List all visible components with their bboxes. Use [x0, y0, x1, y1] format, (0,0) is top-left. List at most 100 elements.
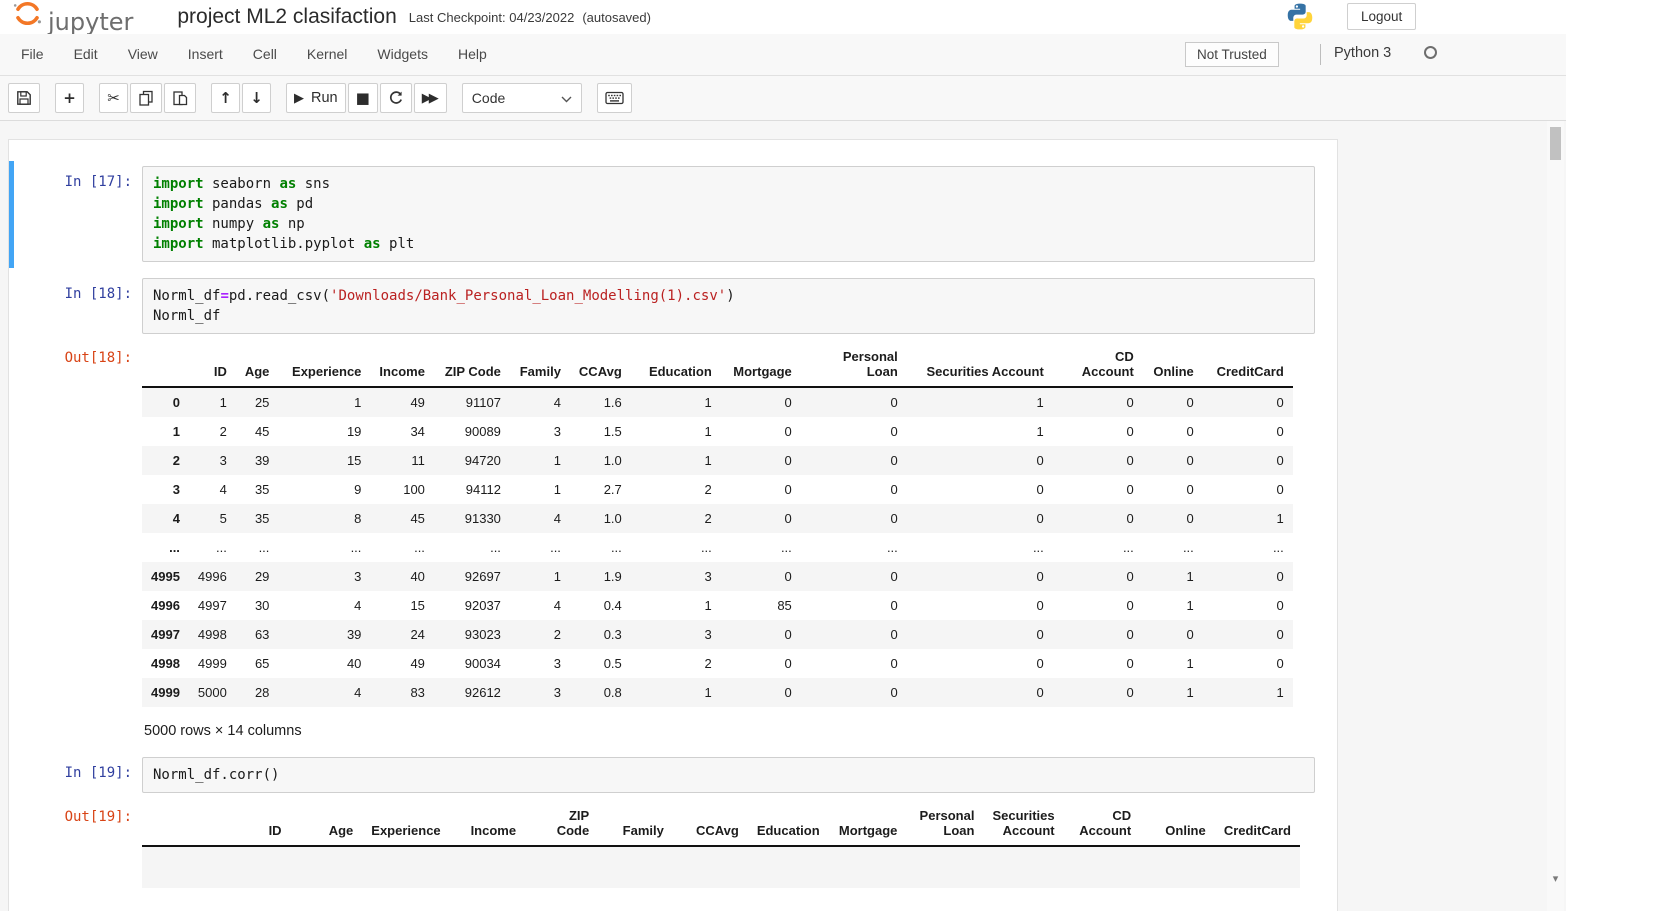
code-cell-19[interactable]: In [19]: Norml_df.corr() Out[19]: IDAgeE… — [9, 752, 1337, 894]
table-row: 343591009411212.72000000 — [142, 475, 1293, 504]
restart-kernel-button[interactable] — [380, 83, 412, 113]
cell-value: 0 — [907, 649, 1053, 678]
logout-button[interactable]: Logout — [1347, 3, 1416, 30]
column-header: Mortgage — [829, 801, 907, 846]
partial-row — [142, 846, 1300, 888]
cell-value: 0 — [1203, 591, 1293, 620]
code-line: import seaborn as sns — [153, 174, 1304, 194]
cut-cell-button[interactable]: ✂ — [99, 83, 128, 113]
menu-cell[interactable]: Cell — [238, 34, 292, 75]
cell-value: 0.4 — [570, 591, 631, 620]
trust-status-button[interactable]: Not Trusted — [1185, 42, 1279, 67]
column-header: ID — [189, 342, 236, 387]
output-prompt-19: Out[19]: — [14, 793, 142, 888]
toolbar: + ✂ ↑ ↓ — [0, 76, 1566, 121]
row-index: 2 — [142, 446, 189, 475]
cell-value: 1 — [1143, 591, 1203, 620]
row-index: 4997 — [142, 620, 189, 649]
code-cell-18[interactable]: In [18]: Norml_df=pd.read_csv('Downloads… — [9, 273, 1337, 747]
cell-value: 0 — [1053, 387, 1143, 417]
column-header: Income — [450, 801, 525, 846]
cell-value: 1.0 — [570, 446, 631, 475]
table-row: 01251499110741.61001000 — [142, 387, 1293, 417]
column-header: Securities Account — [983, 801, 1063, 846]
cell-value: 0 — [1143, 504, 1203, 533]
menu-help[interactable]: Help — [443, 34, 502, 75]
cell-value: 0 — [1203, 620, 1293, 649]
paste-cell-button[interactable] — [164, 83, 196, 113]
cell-value: 100 — [370, 475, 434, 504]
cell-value: 3 — [510, 678, 570, 707]
code-cell-17[interactable]: In [17]: import seaborn as snsimport pan… — [9, 161, 1337, 268]
scrollbar-down-arrow[interactable]: ▾ — [1547, 872, 1564, 885]
column-header: Online — [1140, 801, 1215, 846]
cell-value: 0 — [801, 620, 907, 649]
cell-value: 0 — [801, 649, 907, 678]
run-button[interactable]: ▶ Run — [286, 83, 346, 113]
cell-value: 0 — [721, 475, 801, 504]
cell-value: 35 — [236, 504, 279, 533]
cell-value: 0 — [907, 591, 1053, 620]
cell-value: 92612 — [434, 678, 510, 707]
jupyter-planet-icon — [10, 0, 44, 35]
restart-run-all-button[interactable]: ▶▶ — [414, 83, 447, 113]
cell-value: 39 — [236, 446, 279, 475]
move-cell-down-button[interactable]: ↓ — [242, 83, 271, 113]
cell-value: 0 — [1203, 649, 1293, 678]
move-cell-up-button[interactable]: ↑ — [211, 83, 240, 113]
menu-items: FileEditViewInsertCellKernelWidgetsHelp — [6, 34, 502, 75]
cell-value: 0 — [1053, 417, 1143, 446]
cell-value: 0 — [1143, 446, 1203, 475]
menu-edit[interactable]: Edit — [59, 34, 113, 75]
header-row: IDAgeExperienceIncomeZIP CodeFamilyCCAvg… — [142, 801, 1300, 846]
cell-value: 1.0 — [570, 504, 631, 533]
command-palette-button[interactable] — [597, 83, 632, 113]
paste-icon — [172, 90, 188, 106]
menu-widgets[interactable]: Widgets — [362, 34, 443, 75]
cell-value: 0 — [1053, 649, 1143, 678]
code-line: import matplotlib.pyplot as plt — [153, 234, 1304, 254]
cell-value: 5 — [189, 504, 236, 533]
code-input-17[interactable]: import seaborn as snsimport pandas as pd… — [142, 166, 1315, 262]
cell-type-select[interactable]: Code — [462, 83, 582, 113]
copy-icon — [138, 90, 154, 106]
vertical-scrollbar[interactable]: ▾ — [1547, 121, 1564, 911]
menu-file[interactable]: File — [6, 34, 59, 75]
cell-value: 63 — [236, 620, 279, 649]
code-input-18[interactable]: Norml_df=pd.read_csv('Downloads/Bank_Per… — [142, 278, 1315, 334]
copy-cell-button[interactable] — [130, 83, 162, 113]
add-cell-button[interactable]: + — [55, 83, 84, 113]
cell-value: 0 — [1053, 475, 1143, 504]
row-index: ... — [142, 533, 189, 562]
menu-kernel[interactable]: Kernel — [292, 34, 362, 75]
cell-value: 49 — [370, 387, 434, 417]
save-icon — [16, 90, 32, 106]
table-row: 233915119472011.01000000 — [142, 446, 1293, 475]
cell-value: ... — [631, 533, 721, 562]
menu-view[interactable]: View — [113, 34, 173, 75]
cell-value: 0 — [1143, 475, 1203, 504]
table-row: 499849996540499003430.52000010 — [142, 649, 1293, 678]
cell-value: 91330 — [434, 504, 510, 533]
menu-insert[interactable]: Insert — [173, 34, 238, 75]
cut-icon: ✂ — [107, 89, 120, 107]
interrupt-kernel-button[interactable]: ■ — [348, 83, 378, 113]
notebook-title[interactable]: project ML2 clasifaction — [177, 5, 396, 29]
scrollbar-thumb[interactable] — [1550, 127, 1561, 160]
column-header: CD Account — [1064, 801, 1141, 846]
cell-value: 29 — [236, 562, 279, 591]
cell-value: 3 — [631, 562, 721, 591]
jupyter-logo[interactable]: jupyter — [10, 0, 133, 35]
column-header: CD Account — [1053, 342, 1143, 387]
cell-value: 4996 — [189, 562, 236, 591]
cell-value: 0 — [907, 446, 1053, 475]
code-line: Norml_df.corr() — [153, 765, 1304, 785]
cell-value: 91107 — [434, 387, 510, 417]
cell-value: ... — [278, 533, 370, 562]
cell-value: 0 — [1053, 591, 1143, 620]
save-button[interactable] — [8, 83, 40, 113]
cell-value: 1 — [1203, 678, 1293, 707]
input-prompt-19: In [19]: — [14, 757, 142, 793]
code-input-19[interactable]: Norml_df.corr() — [142, 757, 1315, 793]
notebook-area: In [17]: import seaborn as snsimport pan… — [0, 121, 1566, 911]
